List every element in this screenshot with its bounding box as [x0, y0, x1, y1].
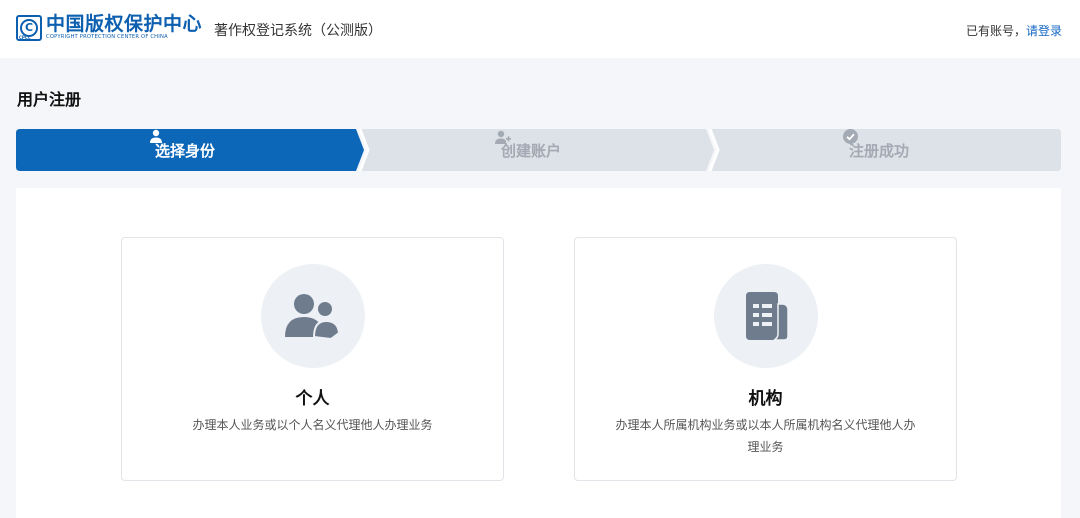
step-register-success: 注册成功 — [843, 129, 909, 171]
account-prompt: 已有账号，请登录 — [966, 22, 1062, 39]
copyright-logo-icon: C CPCC — [16, 14, 42, 41]
page-title: 用户注册 — [17, 90, 82, 109]
document-icon — [713, 264, 818, 368]
logo-text: 中国版权保护中心 COPYRIGHT PROTECTION CENTER OF … — [46, 14, 202, 41]
cpcc-logo[interactable]: C CPCC 中国版权保护中心 COPYRIGHT PROTECTION CEN… — [16, 14, 202, 41]
users-icon — [260, 264, 365, 368]
step-label: 注册成功 — [849, 141, 910, 160]
top-header: C CPCC 中国版权保护中心 COPYRIGHT PROTECTION CEN… — [0, 0, 1080, 58]
card-description: 办理本人业务或以个人名义代理他人办理业务 — [192, 418, 433, 432]
organization-card[interactable]: 机构 办理本人所属机构业务或以本人所属机构名义代理他人办理业务 — [574, 237, 957, 481]
card-description: 办理本人所属机构业务或以本人所属机构名义代理他人办理业务 — [615, 418, 916, 454]
step-create-account: 创建账户 — [495, 129, 561, 171]
logo-en-name: COPYRIGHT PROTECTION CENTER OF CHINA — [46, 34, 168, 40]
step-label: 选择身份 — [155, 141, 216, 160]
step-select-identity: 选择身份 — [149, 129, 215, 171]
identity-selection-panel: 个人 办理本人业务或以个人名义代理他人办理业务 机构 办理本人所属机构业务或以本… — [16, 188, 1061, 518]
card-title: 机构 — [748, 389, 783, 409]
system-title: 著作权登记系统（公测版） — [214, 23, 382, 39]
card-title: 个人 — [295, 389, 330, 409]
individual-card[interactable]: 个人 办理本人业务或以个人名义代理他人办理业务 — [121, 237, 504, 481]
login-link[interactable]: 请登录 — [1026, 24, 1062, 38]
registration-steps: 选择身份 创建账户 注册成功 — [16, 129, 1061, 171]
account-prefix: 已有账号， — [965, 24, 1026, 38]
logo-cn-name: 中国版权保护中心 — [46, 13, 203, 35]
